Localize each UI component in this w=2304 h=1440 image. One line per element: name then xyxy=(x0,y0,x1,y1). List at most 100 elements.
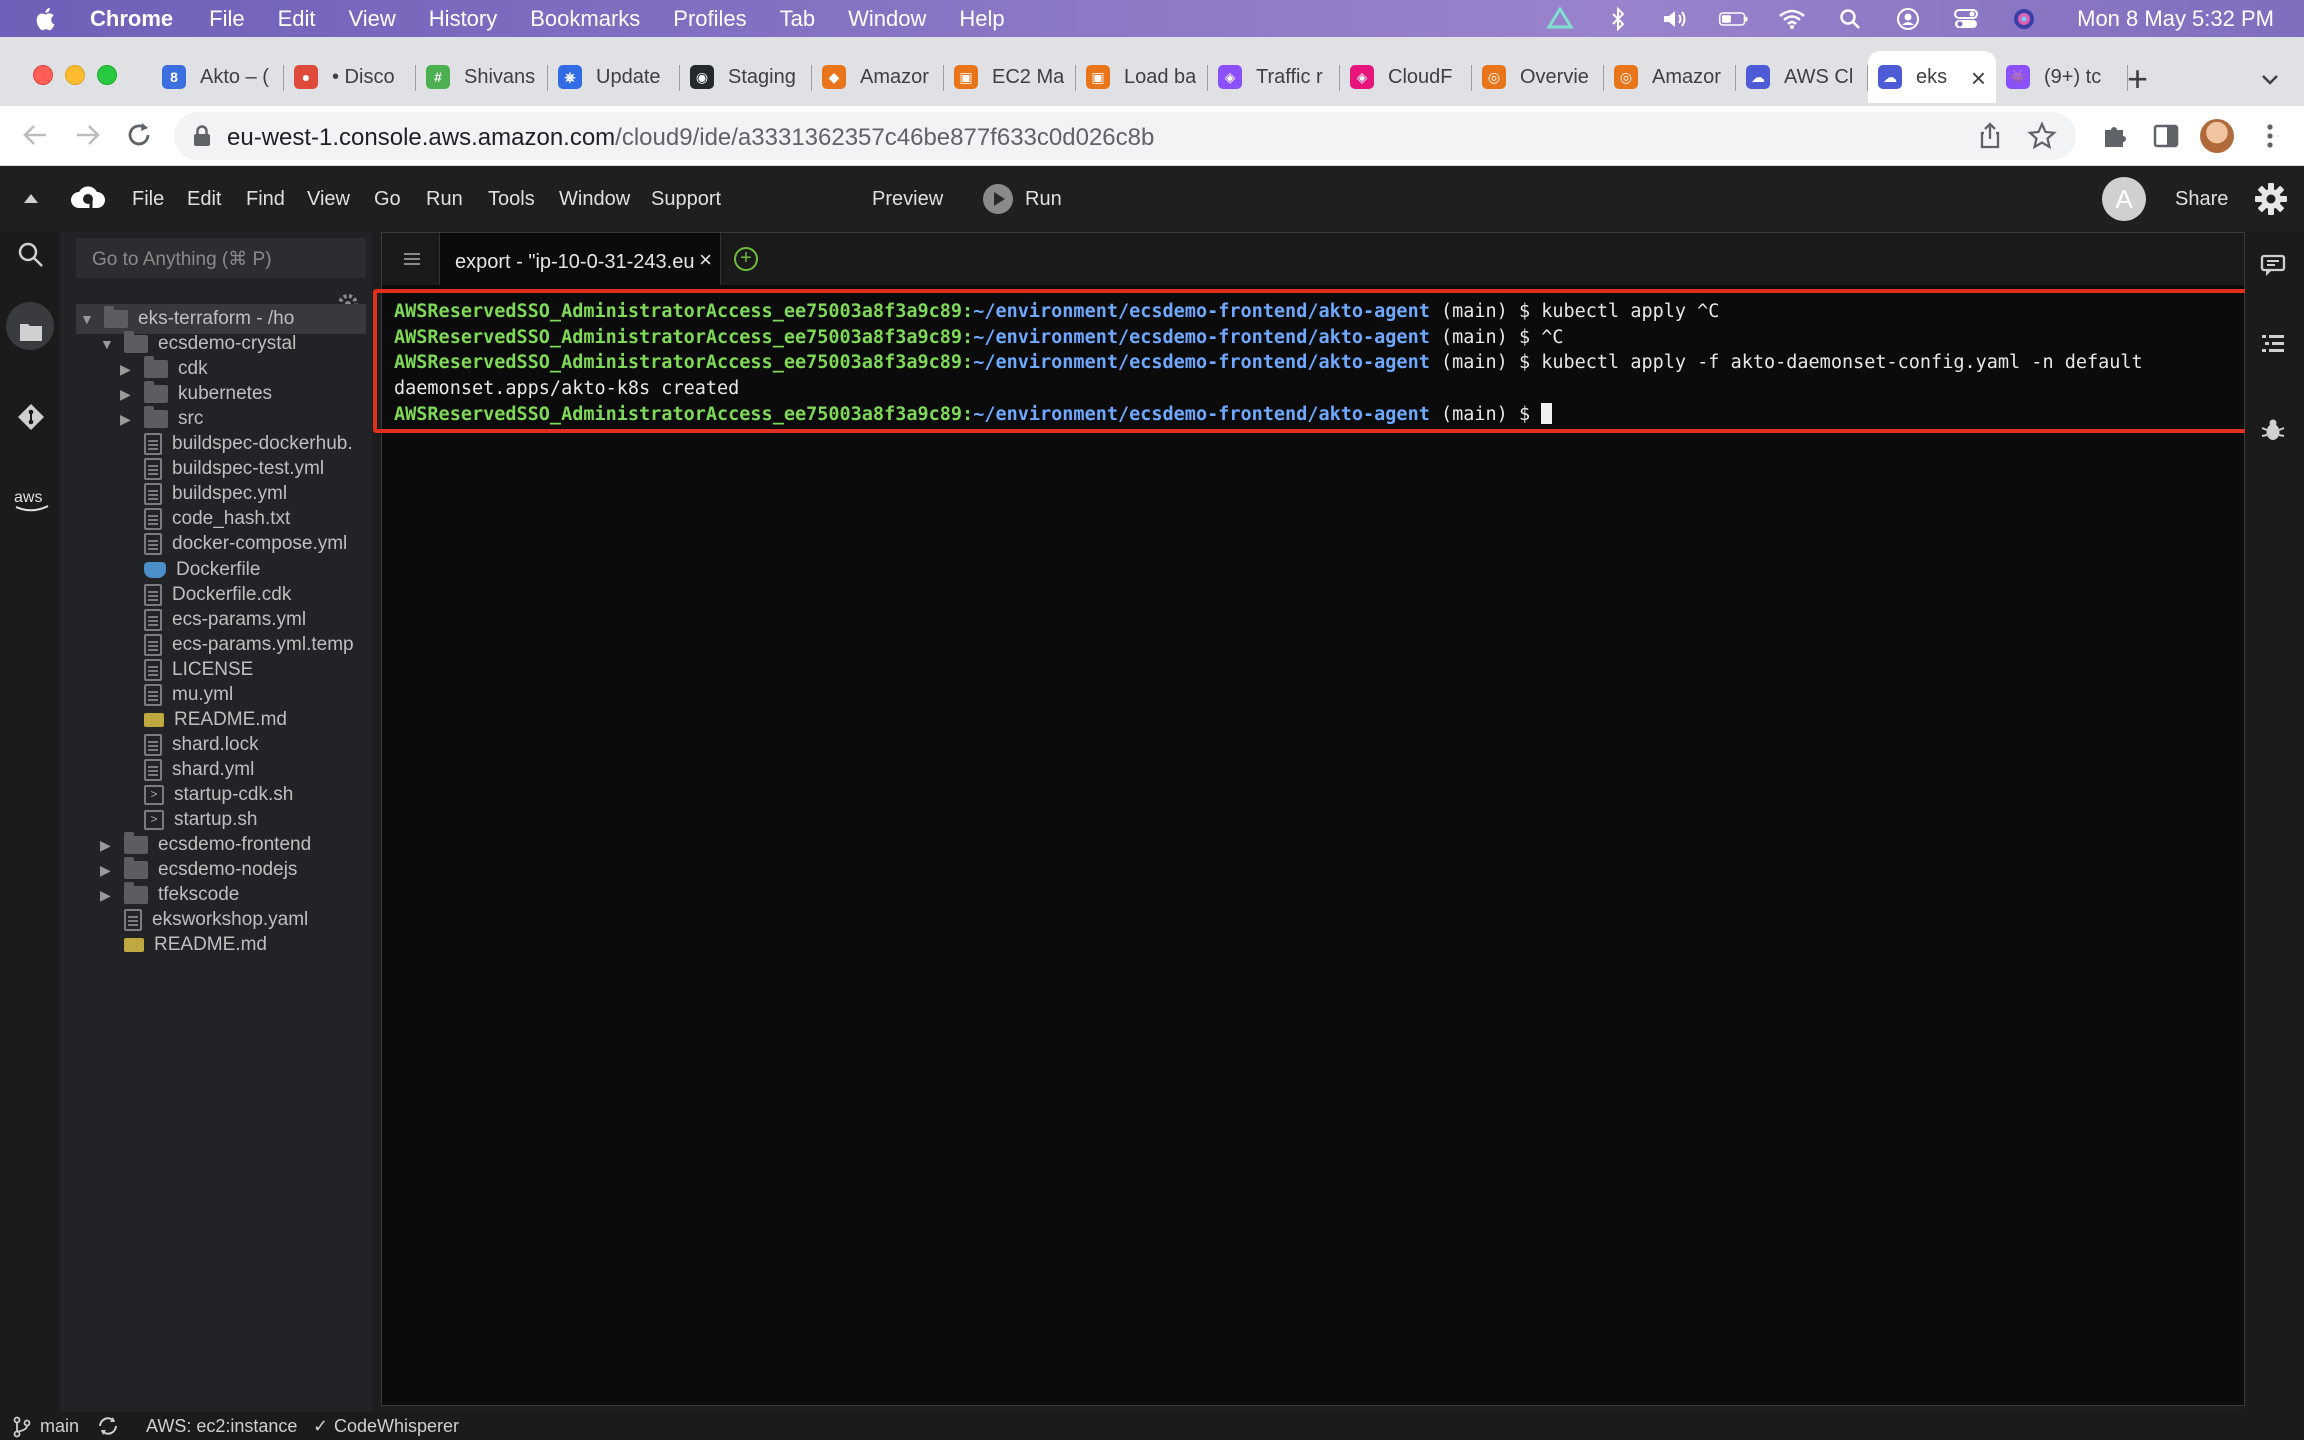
window-minimize-button[interactable] xyxy=(65,65,85,85)
browser-tab[interactable]: ◆Amazor xyxy=(812,51,944,103)
browser-tab[interactable]: 8Akto – ( xyxy=(152,51,284,103)
browser-tab[interactable]: ⎈Update xyxy=(548,51,680,103)
c9-menu-find[interactable]: Find xyxy=(246,188,285,211)
reload-icon[interactable] xyxy=(124,120,154,150)
forward-arrow-icon[interactable] xyxy=(73,120,103,150)
preview-button[interactable]: Preview xyxy=(872,188,943,211)
tree-item-label: tfekscode xyxy=(158,884,239,906)
user-avatar[interactable]: A xyxy=(2102,177,2146,221)
browser-tab[interactable]: ●• Disco xyxy=(284,51,416,103)
c9-menu-support[interactable]: Support xyxy=(651,188,721,211)
add-tab-plus-icon[interactable]: + xyxy=(734,247,758,271)
c9-menu-tools[interactable]: Tools xyxy=(488,188,535,211)
git-branch-icon[interactable] xyxy=(12,1416,32,1438)
spotlight-search-icon[interactable] xyxy=(1835,6,1865,32)
browser-tab[interactable]: ◈Traffic r xyxy=(1208,51,1340,103)
debugger-bug-icon[interactable] xyxy=(2259,416,2287,444)
window-close-button[interactable] xyxy=(33,65,53,85)
menu-file[interactable]: File xyxy=(209,6,244,32)
user-account-icon[interactable] xyxy=(1893,6,1923,32)
cloud9-logo-icon[interactable] xyxy=(70,184,106,214)
share-button[interactable]: Share xyxy=(2175,188,2228,211)
tab-search-chevron-icon[interactable] xyxy=(2258,67,2282,91)
browser-tab[interactable]: ▣EC2 Ma xyxy=(944,51,1076,103)
browser-tab[interactable]: 👾(9+) tc xyxy=(1996,51,2128,103)
c9-menu-go[interactable]: Go xyxy=(374,188,401,211)
browser-tab[interactable]: #Shivans xyxy=(416,51,548,103)
menu-bookmarks[interactable]: Bookmarks xyxy=(530,6,640,32)
new-tab-button[interactable]: + xyxy=(2127,61,2148,97)
browser-tab[interactable]: ☁eks× xyxy=(1868,51,1996,103)
codewhisperer-status[interactable]: CodeWhisperer xyxy=(334,1416,459,1437)
browser-tab[interactable]: ☁AWS Cl xyxy=(1736,51,1868,103)
siri-icon[interactable] xyxy=(2009,6,2039,32)
menu-edit[interactable]: Edit xyxy=(278,6,316,32)
chevron-right-icon[interactable]: ▶ xyxy=(100,862,116,878)
bookmark-star-icon[interactable] xyxy=(2026,120,2058,152)
aws-logo-icon[interactable]: aws xyxy=(12,486,52,514)
window-zoom-button[interactable] xyxy=(97,65,117,85)
menu-chrome[interactable]: Chrome xyxy=(90,6,173,32)
side-panel-icon[interactable] xyxy=(2150,120,2182,152)
address-bar[interactable]: eu-west-1.console.aws.amazon.com/cloud9/… xyxy=(174,112,2076,160)
outline-list-icon[interactable] xyxy=(2259,330,2287,358)
battery-icon[interactable] xyxy=(1719,6,1749,32)
control-center-icon[interactable] xyxy=(1951,6,1981,32)
chevron-right-icon[interactable]: ▶ xyxy=(120,361,136,377)
volume-icon[interactable] xyxy=(1661,6,1691,32)
menu-view[interactable]: View xyxy=(349,6,396,32)
wifi-icon[interactable] xyxy=(1777,6,1807,32)
c9-menu-run[interactable]: Run xyxy=(426,188,463,211)
collaborate-chat-icon[interactable] xyxy=(2259,252,2287,280)
go-to-anything-input[interactable]: Go to Anything (⌘ P) xyxy=(76,238,366,278)
chevron-right-icon[interactable]: ▶ xyxy=(120,411,136,427)
share-page-icon[interactable] xyxy=(1974,120,2006,152)
lock-icon[interactable] xyxy=(190,124,214,148)
back-arrow-icon[interactable] xyxy=(20,120,50,150)
close-tab-icon[interactable]: × xyxy=(699,247,712,273)
c9-menu-window[interactable]: Window xyxy=(559,188,630,211)
chevron-right-icon[interactable]: ▶ xyxy=(100,837,116,853)
apple-icon[interactable] xyxy=(32,5,60,33)
pane-menu-icon[interactable] xyxy=(404,253,420,265)
menu-tab[interactable]: Tab xyxy=(780,6,815,32)
chevron-right-icon[interactable]: ▶ xyxy=(120,386,136,402)
profile-avatar[interactable] xyxy=(2200,119,2234,153)
browser-tab[interactable]: ◉Staging xyxy=(680,51,812,103)
browser-tab[interactable]: ◎Overvie xyxy=(1472,51,1604,103)
menu-profiles[interactable]: Profiles xyxy=(673,6,746,32)
run-button[interactable]: Run xyxy=(1025,188,1062,211)
run-play-icon[interactable] xyxy=(983,184,1013,214)
chevron-right-icon[interactable]: ▶ xyxy=(100,887,116,903)
git-branch-label[interactable]: main xyxy=(40,1416,79,1437)
app-status-icon[interactable] xyxy=(1545,6,1575,32)
tree-file[interactable]: README.md xyxy=(60,930,372,960)
source-control-icon[interactable] xyxy=(16,402,46,432)
browser-tab[interactable]: ▣Load ba xyxy=(1076,51,1208,103)
terminal-tab[interactable]: export - "ip-10-0-31-243.eu × xyxy=(439,233,721,285)
c9-menu-edit[interactable]: Edit xyxy=(187,188,221,211)
aws-connection-status[interactable]: AWS: ec2:instance xyxy=(146,1416,297,1437)
menu-help[interactable]: Help xyxy=(959,6,1004,32)
extensions-puzzle-icon[interactable] xyxy=(2099,120,2131,152)
tab-close-icon[interactable]: × xyxy=(1971,63,1986,94)
menu-history[interactable]: History xyxy=(429,6,497,32)
bluetooth-icon[interactable] xyxy=(1603,6,1633,32)
files-icon[interactable] xyxy=(16,316,46,346)
c9-menu-view[interactable]: View xyxy=(307,188,350,211)
browser-tab[interactable]: ◈CloudF xyxy=(1340,51,1472,103)
settings-gear-icon[interactable] xyxy=(2254,182,2288,216)
search-icon[interactable] xyxy=(16,240,46,270)
kebab-menu-icon[interactable] xyxy=(2254,120,2286,152)
c9-menu-file[interactable]: File xyxy=(132,188,164,211)
sync-icon[interactable] xyxy=(96,1415,120,1437)
terminal-output[interactable]: AWSReservedSSO_AdministratorAccess_ee750… xyxy=(394,299,2230,427)
collapse-menu-caret-icon[interactable] xyxy=(22,191,40,205)
menubar-clock[interactable]: Mon 8 May 5:32 PM xyxy=(2077,6,2274,32)
tab-favicon-icon: 👾 xyxy=(2006,65,2030,89)
chevron-down-icon[interactable]: ▼ xyxy=(80,311,96,327)
browser-tab[interactable]: ◎Amazor xyxy=(1604,51,1736,103)
chevron-down-icon[interactable]: ▼ xyxy=(100,336,116,352)
url-text[interactable]: eu-west-1.console.aws.amazon.com/cloud9/… xyxy=(227,124,1154,152)
menu-window[interactable]: Window xyxy=(848,6,926,32)
